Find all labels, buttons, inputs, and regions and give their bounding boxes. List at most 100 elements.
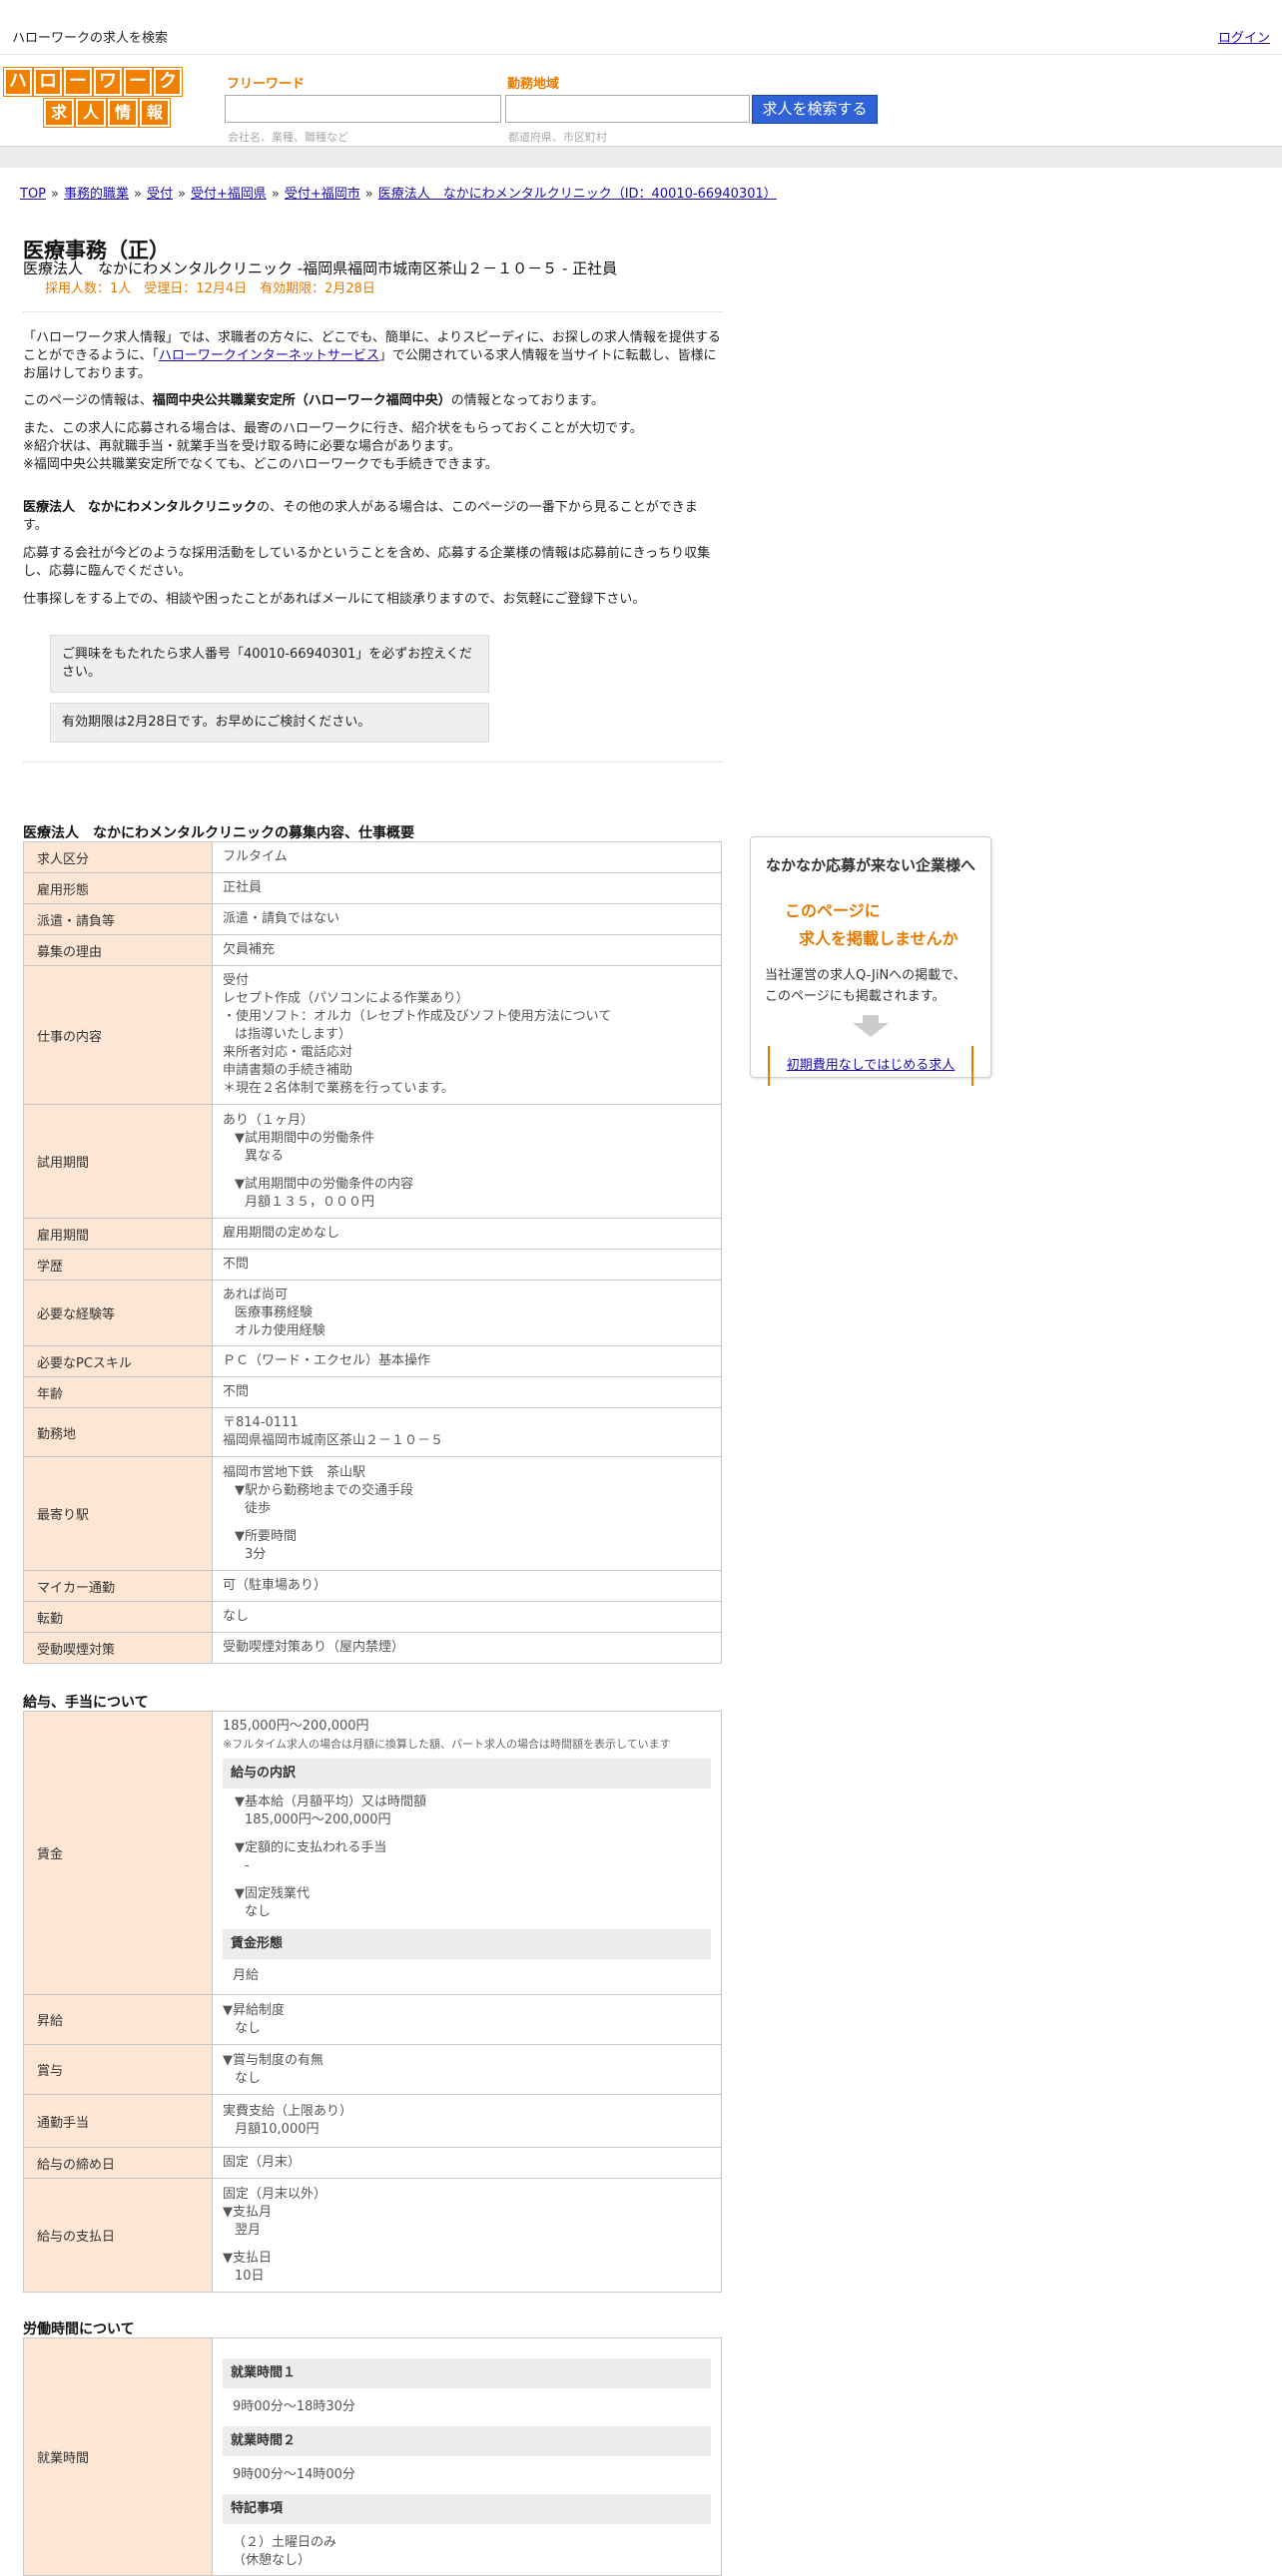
- area-label: 勤務地域: [507, 77, 560, 92]
- table-row: 仕事の内容 受付 レセプト作成（パソコンによる作業あり） ・使用ソフト：オルカ（…: [23, 965, 722, 1105]
- line: 月額10,000円: [235, 2122, 320, 2137]
- intro-paragraph-3: また、この求人に応募される場合は、最寄のハローワークに行き、紹介状をもらっておく…: [23, 420, 722, 474]
- row-value: ▼昇給制度 なし: [212, 1994, 722, 2045]
- row-value: 不問: [212, 1249, 722, 1281]
- advertise-description-line: 当社運営の求人Q-JiNへの掲載で、: [765, 968, 966, 983]
- logo-char: 求: [43, 98, 75, 128]
- line: 10日: [235, 2268, 265, 2284]
- advertise-box: なかなか応募が来ない企業様へ このページに 求人を掲載しませんか 当社運営の求人…: [750, 836, 991, 1086]
- advertise-offer-line-2: 求人を掲載しませんか: [799, 929, 959, 948]
- line: 月額１３５，０００円: [245, 1194, 375, 1210]
- row-label: 雇用期間: [23, 1218, 213, 1250]
- salary-note: ※フルタイム求人の場合は月額に換算した額、パート求人の場合は時間額を表示していま…: [223, 1738, 671, 1751]
- row-value: 正社員: [212, 872, 722, 904]
- row-label: 必要な経験等: [23, 1280, 213, 1346]
- row-value: あれば尚可 医療事務経験 オルカ使用経験: [212, 1280, 722, 1346]
- freeword-input[interactable]: [225, 95, 501, 123]
- table-row: 通勤手当 実費支給（上限あり） 月額10,000円: [23, 2094, 722, 2148]
- intro-paragraph-4: 医療法人 なかにわメンタルクリニックの、その他の求人がある場合は、このページの一…: [23, 499, 722, 535]
- logo-char: 情: [107, 98, 139, 128]
- breadcrumb-top[interactable]: TOP: [20, 187, 46, 202]
- breadcrumb-category[interactable]: 事務的職業: [64, 187, 129, 202]
- row-label: 派遣・請負等: [23, 903, 213, 935]
- table-row: 就業時間 就業時間１ 9時00分〜18時30分 就業時間２ 9時00分〜14時0…: [23, 2337, 722, 2576]
- row-label: 転勤: [23, 1601, 213, 1633]
- row-label: 就業時間: [23, 2337, 213, 2576]
- section-title-working-hours: 労働時間について: [23, 2321, 135, 2337]
- line: 徒歩: [245, 1500, 272, 1516]
- company-name: 医療法人 なかにわメンタルクリニック: [23, 500, 258, 515]
- line: ＊現在２名体制で業務を行っています。: [223, 1081, 455, 1096]
- row-label: 必要なPCスキル: [23, 1345, 213, 1377]
- intro-paragraph-2: このページの情報は、福岡中央公共職業安定所（ハローワーク福岡中央）の情報となって…: [23, 392, 722, 410]
- row-label: 給与の締め日: [23, 2147, 213, 2179]
- subheading: 就業時間１: [223, 2358, 711, 2388]
- line: ▼賞与制度の有無: [223, 2052, 323, 2068]
- line: ▼試用期間中の労働条件: [235, 1130, 374, 1146]
- line: ▼昇給制度: [223, 2002, 285, 2018]
- row-label: 学歴: [23, 1249, 213, 1281]
- line: は指導いたします）: [235, 1027, 352, 1042]
- row-label: 賃金: [23, 1711, 213, 1995]
- table-row: 必要な経験等 あれば尚可 医療事務経験 オルカ使用経験: [23, 1280, 722, 1346]
- breadcrumb-prefecture[interactable]: 受付+福岡県: [191, 187, 267, 202]
- row-value: 不問: [212, 1376, 722, 1408]
- line: ▼基本給（月額平均）又は時間額: [235, 1795, 426, 1809]
- job-overview-table: 求人区分 フルタイム 雇用形態 正社員 派遣・請負等 派遣・請負ではない 募集の理由欠…: [23, 841, 722, 1664]
- row-label: 賞与: [23, 2044, 213, 2095]
- line: ▼試用期間中の労働条件の内容: [235, 1176, 413, 1192]
- advertise-description-line: このページにも掲載されます。: [765, 989, 946, 1004]
- line: 福岡市営地下鉄 茶山駅: [223, 1464, 366, 1480]
- table-row: 転勤 なし: [23, 1601, 722, 1633]
- subheading: 賃金形態: [223, 1929, 711, 1959]
- hellowork-logo[interactable]: ハ ロ ー ワ ー ク 求 人 情 報: [3, 67, 183, 128]
- line: ・使用ソフト：オルカ（レセプト作成及びソフト使用方法について: [223, 1009, 612, 1024]
- subheading: 給与の内訳: [223, 1759, 711, 1789]
- header: ハ ロ ー ワ ー ク 求 人 情 報 フリーワード 会社名、業種、職種など 勤…: [0, 55, 1282, 145]
- table-row: 雇用期間 雇用期間の定めなし: [23, 1218, 722, 1250]
- row-label: 通勤手当: [23, 2094, 213, 2148]
- advertise-heading: なかなか応募が来ない企業様へ: [765, 856, 975, 874]
- row-value: 185,000円〜200,000円 ※フルタイム求人の場合は月額に換算した額、パ…: [212, 1711, 722, 1995]
- line: あれば尚可: [223, 1287, 289, 1302]
- line: 3分: [245, 1546, 267, 1562]
- logo-char: ハ: [3, 67, 33, 97]
- line: 異なる: [245, 1148, 285, 1164]
- divider: [23, 311, 722, 312]
- line: ▼固定残業代: [235, 1886, 310, 1901]
- login-link[interactable]: ログイン: [1218, 27, 1270, 46]
- table-row: 募集の理由 欠員補充: [23, 934, 722, 966]
- breadcrumb-job[interactable]: 受付: [147, 187, 173, 202]
- row-value: 固定（月末以外） ▼支払月 翌月 ▼支払日 10日: [212, 2178, 722, 2293]
- line: ▼支払日: [223, 2250, 272, 2266]
- table-row: 年齢 不問: [23, 1376, 722, 1408]
- row-label: 勤務地: [23, 1407, 213, 1457]
- line: レセプト作成（パソコンによる作業あり）: [223, 991, 469, 1006]
- line: 申請書類の手続き補助: [223, 1063, 353, 1078]
- row-value: 就業時間１ 9時00分〜18時30分 就業時間２ 9時00分〜14時00分 特記…: [212, 2337, 722, 2576]
- breadcrumb-city[interactable]: 受付+福岡市: [285, 187, 360, 202]
- line: ▼支払月: [223, 2204, 272, 2220]
- intro-text: また、この求人に応募される場合は、最寄のハローワークに行き、紹介状をもらっておく…: [23, 421, 643, 436]
- row-value: ＰＣ（ワード・エクセル）基本操作: [212, 1345, 722, 1377]
- area-input[interactable]: [505, 95, 750, 123]
- line: 185,000円〜200,000円: [245, 1812, 391, 1827]
- logo-char: ー: [123, 67, 153, 97]
- row-label: 給与の支払日: [23, 2178, 213, 2293]
- start-job-posting-link[interactable]: 初期費用なしではじめる求人: [787, 1058, 956, 1073]
- area-hint: 都道府県、市区町村: [508, 131, 607, 144]
- breadcrumb-current[interactable]: 医療法人 なかにわメンタルクリニック（ID：40010-66940301）: [378, 187, 777, 202]
- advertise-offer-line-1: このページに: [785, 901, 881, 920]
- search-button[interactable]: 求人を検索する: [752, 95, 878, 124]
- table-row: 賃金 185,000円〜200,000円 ※フルタイム求人の場合は月額に換算した…: [23, 1711, 722, 1995]
- working-hours-table: 就業時間 就業時間１ 9時00分〜18時30分 就業時間２ 9時00分〜14時0…: [23, 2337, 722, 2576]
- line: 実費支給（上限あり）: [223, 2104, 353, 2119]
- row-label: 受動喫煙対策: [23, 1632, 213, 1664]
- row-label: 仕事の内容: [23, 965, 213, 1105]
- line: -: [245, 1858, 250, 1873]
- hellowork-internet-link[interactable]: ハローワークインターネットサービス: [159, 348, 379, 363]
- row-value: 福岡市営地下鉄 茶山駅 ▼駅から勤務地までの交通手段 徒歩 ▼所要時間 3分: [212, 1456, 722, 1571]
- table-row: 雇用形態 正社員: [23, 872, 722, 904]
- arrow-down-icon-stem: [863, 1015, 879, 1023]
- intro-text: の情報となっております。: [450, 393, 605, 408]
